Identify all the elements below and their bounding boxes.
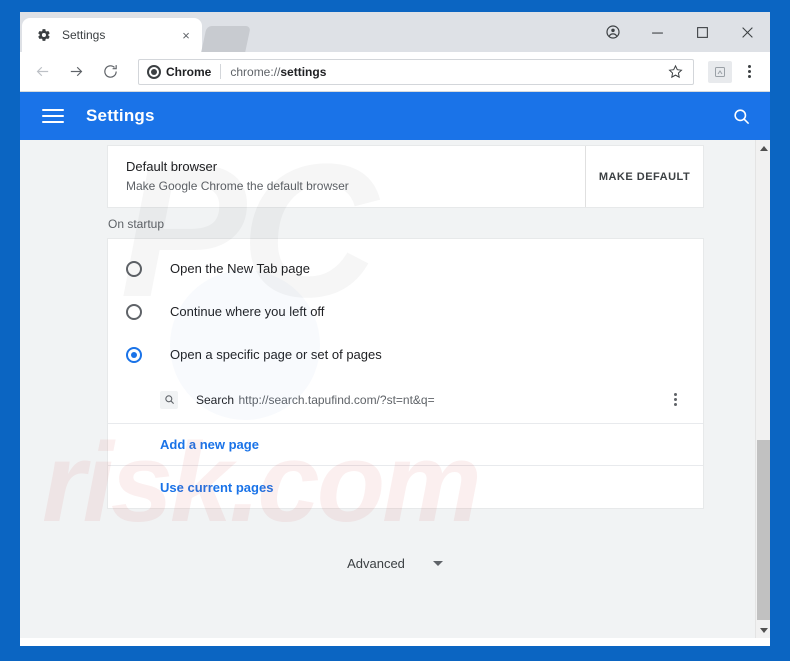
settings-app-bar: Settings bbox=[20, 92, 770, 140]
site-identity-label: Chrome bbox=[166, 64, 212, 79]
chrome-logo-icon bbox=[147, 64, 161, 79]
minimize-button[interactable] bbox=[635, 12, 680, 52]
default-browser-title: Default browser bbox=[126, 159, 218, 174]
default-browser-subtitle: Make Google Chrome the default browser bbox=[126, 179, 349, 193]
address-bar[interactable]: Chrome chrome://settings bbox=[138, 58, 694, 85]
make-default-button[interactable]: MAKE DEFAULT bbox=[585, 146, 703, 207]
browser-toolbar: Chrome chrome://settings bbox=[20, 52, 770, 92]
window-controls bbox=[590, 12, 770, 52]
scrollbar-thumb[interactable] bbox=[757, 440, 770, 620]
startup-option-new-tab[interactable]: Open the New Tab page bbox=[108, 247, 703, 290]
radio-button[interactable] bbox=[126, 260, 142, 277]
new-tab-placeholder[interactable] bbox=[201, 26, 251, 52]
search-icon[interactable] bbox=[728, 103, 754, 129]
scroll-down-arrow-icon[interactable] bbox=[756, 622, 770, 638]
on-startup-card: Open the New Tab page Continue where you… bbox=[108, 239, 703, 508]
default-browser-card: Default browser Make Google Chrome the d… bbox=[108, 146, 703, 207]
startup-page-text: Search http://search.tapufind.com/?st=nt… bbox=[196, 391, 665, 409]
tab-title: Settings bbox=[62, 28, 106, 42]
reload-button[interactable] bbox=[96, 58, 124, 86]
use-current-pages-link[interactable]: Use current pages bbox=[108, 466, 703, 508]
hamburger-menu-icon[interactable] bbox=[42, 109, 64, 123]
advanced-toggle[interactable]: Advanced bbox=[20, 508, 770, 571]
extension-icon[interactable] bbox=[708, 60, 732, 83]
browser-window: Settings × Chrome chrome://settings Sett… bbox=[20, 12, 770, 646]
radio-button-selected[interactable] bbox=[126, 346, 142, 363]
on-startup-heading: On startup bbox=[108, 217, 165, 231]
omnibox-divider bbox=[220, 64, 222, 79]
url-prefix: chrome:// bbox=[230, 64, 281, 79]
startup-option-label: Continue where you left off bbox=[170, 304, 325, 319]
startup-page-list-item: Search http://search.tapufind.com/?st=nt… bbox=[108, 376, 703, 424]
startup-page-title: Search bbox=[196, 392, 235, 407]
magnifier-icon bbox=[160, 390, 178, 409]
browser-tab-settings[interactable]: Settings × bbox=[22, 18, 202, 52]
startup-option-label: Open the New Tab page bbox=[170, 261, 310, 276]
back-button[interactable] bbox=[28, 58, 56, 86]
site-identity-chip[interactable]: Chrome bbox=[147, 64, 212, 79]
startup-option-label: Open a specific page or set of pages bbox=[170, 347, 382, 362]
settings-sections: Default browser Default browser Make Goo… bbox=[20, 140, 770, 611]
startup-option-specific-pages[interactable]: Open a specific page or set of pages bbox=[108, 333, 703, 376]
maximize-button[interactable] bbox=[680, 12, 725, 52]
close-window-button[interactable] bbox=[725, 12, 770, 52]
tab-strip: Settings × bbox=[20, 12, 770, 52]
forward-button[interactable] bbox=[62, 58, 90, 86]
gear-icon bbox=[36, 27, 52, 43]
radio-button[interactable] bbox=[126, 303, 142, 320]
url-suffix: settings bbox=[280, 64, 327, 79]
browser-menu-icon[interactable] bbox=[736, 59, 762, 85]
startup-page-menu-icon[interactable] bbox=[665, 393, 685, 406]
default-browser-text: Default browser Make Google Chrome the d… bbox=[108, 146, 585, 207]
tab-close-icon[interactable]: × bbox=[178, 27, 194, 43]
url-text: chrome://settings bbox=[230, 65, 663, 79]
page-title: Settings bbox=[86, 106, 155, 125]
settings-content-area: PC risk.com Default browser Default brow… bbox=[20, 140, 770, 638]
vertical-scrollbar[interactable] bbox=[755, 140, 770, 638]
startup-option-continue[interactable]: Continue where you left off bbox=[108, 290, 703, 333]
default-browser-row: Default browser Make Google Chrome the d… bbox=[108, 146, 703, 207]
chevron-down-icon bbox=[432, 561, 443, 566]
advanced-label: Advanced bbox=[347, 556, 405, 571]
bookmark-star-icon[interactable] bbox=[663, 60, 687, 84]
scroll-up-arrow-icon[interactable] bbox=[756, 140, 770, 156]
profile-avatar-icon[interactable] bbox=[590, 12, 635, 52]
add-a-new-page-link[interactable]: Add a new page bbox=[108, 424, 703, 466]
startup-page-url: http://search.tapufind.com/?st=nt&q= bbox=[238, 392, 435, 407]
